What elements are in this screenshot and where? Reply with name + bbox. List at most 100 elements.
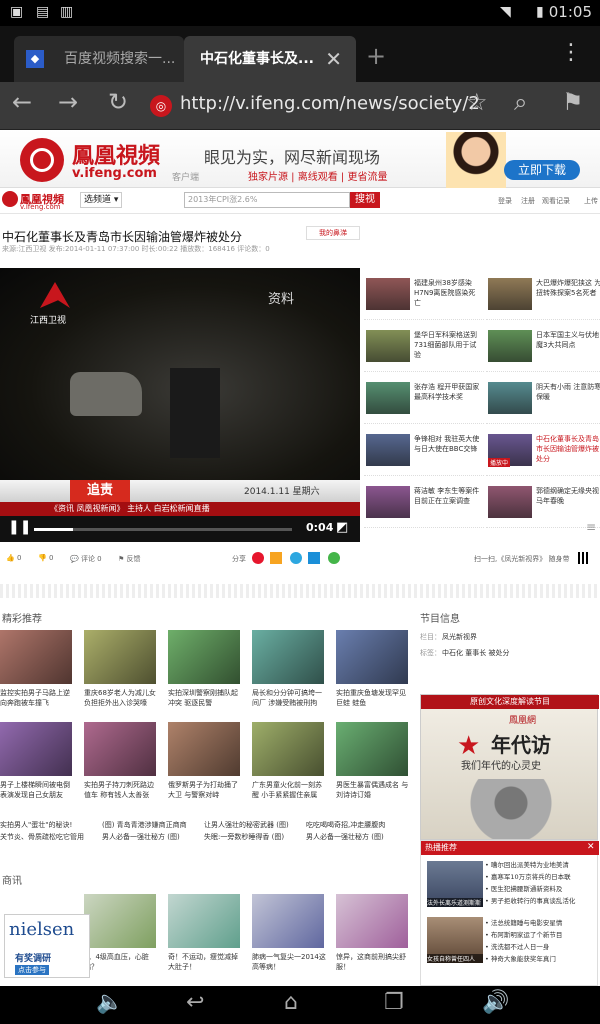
related-title: 争锋相对 我驻英大使与日大使在BBC交锋 <box>414 435 480 453</box>
fullscreen-icon[interactable]: ◩ <box>336 520 348 535</box>
volume-up-icon[interactable]: 🔊 <box>482 990 509 1015</box>
related-item[interactable]: 大巴爆炸爆犯挟这 为扭转殊探案5名死者 <box>486 272 600 320</box>
hot-thumb-1[interactable]: 法外长离乐道测斯斯 <box>427 861 483 907</box>
bookmark-star-icon[interactable]: ☆ <box>466 88 488 116</box>
tab-ifeng[interactable]: 中石化董事长及... ✕ <box>184 36 356 82</box>
hot-item[interactable]: • 布阿斯明家运了个新节目 <box>485 929 597 941</box>
hot-item[interactable]: • 洗洗都不过人日一身 <box>485 941 597 953</box>
related-title: 张存浩 程开甲获国家最高科学技术奖 <box>414 383 480 401</box>
show-link[interactable]: 凤光新视界 <box>442 632 477 642</box>
video-title: 中石化董事长及青岛市长因输油管爆炸被处分 <box>2 230 243 244</box>
featured-item[interactable]: 实拍男子持刀刺死路边值车 称有钱人太善张 <box>84 722 162 810</box>
recents-icon[interactable]: ❐ <box>384 990 404 1015</box>
qr-code-icon[interactable] <box>578 552 590 564</box>
featured-link[interactable]: 吃吃喝喝奇招,冲走腰腹肉 <box>306 820 385 830</box>
related-item[interactable]: 堡华日军科案格送到731细菌部队用于试验 <box>364 324 484 372</box>
featured-item[interactable]: 实拍深圳警察刚捕队起冲突 驱逐民警 <box>168 630 246 718</box>
related-item[interactable]: 播放中 中石化董事长及青岛市长因输油管爆炸被处分 <box>486 428 600 476</box>
featured-item[interactable]: 俄罗斯男子为打劫捅了大卫 与警察对峙 <box>168 722 246 810</box>
search-button[interactable]: 搜视 <box>350 192 380 208</box>
banner-slogan: 眼见为实，网尽新闻现场 <box>204 148 381 167</box>
search-input[interactable]: 2013年CPI涨2.6% <box>184 192 350 208</box>
featured-item[interactable]: 局长和分分钟可搞垮一间厂 涉嫌受贿被刑拘 <box>252 630 330 718</box>
search-icon[interactable]: ⌕ <box>514 88 527 116</box>
refresh-icon[interactable]: ↻ <box>108 88 128 116</box>
right-ad[interactable]: 原创文化深度解读节目 鳳凰網 ★ 年代访 我们年代的心灵史 <box>420 694 599 840</box>
hot-item[interactable]: • 医生犯拂腰斯通新资料及 <box>485 883 597 895</box>
featured-item[interactable]: 广东男童火化前一刻苏醒 小手紧紧握住亲属 <box>252 722 330 810</box>
business-item[interactable]: 奇！不运动，瘦觉减掉大肚子！ <box>168 894 246 984</box>
progress-track[interactable] <box>34 528 292 531</box>
close-tab-icon[interactable]: ✕ <box>325 36 342 82</box>
business-caption: 3、4级高血压，心脏病？ <box>84 953 149 971</box>
related-item[interactable]: 争锋相对 我驻英大使与日大使在BBC交锋 <box>364 428 484 476</box>
weibo-icon[interactable] <box>252 552 264 564</box>
back-nav-icon[interactable]: ↩ <box>186 990 204 1015</box>
related-item[interactable]: 日本军国主义与伏地魔3大共同点 <box>486 324 600 372</box>
nielsen-ad[interactable]: nielsen 有奖调研 点击参与 <box>4 914 90 978</box>
business-item[interactable]: 肺病一气复尖一2014这高等病！ <box>252 894 330 984</box>
related-item[interactable]: 郭德纲确定无缘央视马年春晚 <box>486 480 600 528</box>
tab-title: 中石化董事长及... <box>200 51 314 67</box>
login-link[interactable]: 登录 <box>498 196 512 206</box>
featured-link[interactable]: 关节炎、骨质疏松吃它管用 <box>0 832 84 842</box>
featured-item[interactable]: 重庆68岁老人为减儿女负担拒外出入诊哭嚎 <box>84 630 162 718</box>
url-field[interactable]: http://v.ifeng.com/news/society/2 <box>180 93 480 114</box>
overflow-menu-icon[interactable]: ⋮ <box>560 40 582 65</box>
new-tab-icon[interactable]: + <box>366 42 386 70</box>
hot-item[interactable]: • 嘉寒军10万京将兵的日本联 <box>485 871 597 883</box>
site-logo-icon <box>2 191 18 207</box>
video-player[interactable]: 江西卫视 资料 追责 2014.1.11 星期六 《资讯 凤凰视新闻》 主持人 … <box>0 268 360 542</box>
hot-item[interactable]: • 嘈尔回出派美特为业地美清 <box>485 859 597 871</box>
top-banner[interactable]: 鳳凰視頻 v.ifeng.com 客户端 眼见为实，网尽新闻现场 独家片源 | … <box>0 130 600 188</box>
hot-item[interactable]: • 男子拒收转行的事真谈乱活化 <box>485 895 597 907</box>
channel-select[interactable]: 选频道 ▾ <box>80 192 122 208</box>
wifi-icon: ◥ <box>500 4 511 20</box>
featured-item[interactable]: 男子上楼梯瞬间被电倒 表演发现自己女朋友 <box>0 722 78 810</box>
renren-icon[interactable] <box>308 552 320 564</box>
featured-link[interactable]: 男人必备一强壮秘方 (图) <box>102 832 180 842</box>
home-icon[interactable]: ⌂ <box>284 990 298 1015</box>
wechat-icon[interactable] <box>328 552 340 564</box>
tab-baidu[interactable]: ◆ 百度视频搜索一... <box>14 36 184 82</box>
featured-item[interactable]: 实拍重庆鱼塘发现罕见巨蛙 蛙鱼 <box>336 630 414 718</box>
tags-links[interactable]: 中石化 董事长 被处分 <box>442 648 509 658</box>
related-item[interactable]: 阴天有小雨 注意防寒保暖 <box>486 376 600 424</box>
close-icon[interactable]: ✕ <box>587 842 595 852</box>
comment-button[interactable]: 💬 评论 0 <box>70 554 102 564</box>
hot-thumb-2[interactable]: 女孩自称曾任四人 <box>427 917 483 963</box>
featured-link[interactable]: 让男人强壮的秘密武器 (图) <box>204 820 289 830</box>
like-button[interactable]: 👍 0 <box>6 554 21 562</box>
status-bar: ▣ ▤ ▥ ◥ ▮ 01:05 <box>0 0 600 26</box>
featured-link[interactable]: 男人必备一强壮秘方 (图) <box>306 832 384 842</box>
download-button[interactable]: 立即下载 <box>504 160 580 180</box>
related-item[interactable]: 福建泉州38岁感染H7N9离医院感染死亡 <box>364 272 484 320</box>
bookmarks-icon[interactable]: ⚑ <box>562 88 584 116</box>
related-item[interactable]: 张存浩 程开甲获国家最高科学技术奖 <box>364 376 484 424</box>
upload-link[interactable]: 上传 <box>584 196 598 206</box>
dislike-button[interactable]: 👎 0 <box>38 554 53 562</box>
panel-resize-icon[interactable]: ≡ <box>586 520 596 534</box>
featured-thumb <box>0 722 72 776</box>
featured-link[interactable]: 实拍男人"蛋壮"的秘诀! <box>0 820 72 830</box>
report-button[interactable]: 我的鼻涕 <box>306 226 360 240</box>
hot-item[interactable]: • 神奇大象能获奖年真门 <box>485 953 597 965</box>
qzone-icon[interactable] <box>270 552 282 564</box>
related-item[interactable]: 蒋洁敏 李东生等案件目前正在立案调查 <box>364 480 484 528</box>
register-link[interactable]: 注册 <box>521 196 535 206</box>
featured-item[interactable]: 监控实拍男子马路上逆向奔跑被车撞飞 <box>0 630 78 718</box>
volume-down-icon[interactable]: 🔈 <box>96 990 123 1015</box>
featured-link[interactable]: 失眠:一旁数秒睡得香 (图) <box>204 832 284 842</box>
featured-link[interactable]: (图) 青岛青港涉嫌商正商商 <box>102 820 187 830</box>
pause-icon[interactable]: ❚❚ <box>8 519 31 535</box>
history-link[interactable]: 观看记录 <box>542 196 570 206</box>
business-item[interactable]: 惊异，这商前刑搞尖舒服！ <box>336 894 414 984</box>
feedback-button[interactable]: ⚑ 反馈 <box>118 554 141 564</box>
banner-presenter-image <box>446 132 506 188</box>
featured-item[interactable]: 男医生暴富偶遇成名 与刘诗诗订婚 <box>336 722 414 810</box>
qq-icon[interactable] <box>290 552 302 564</box>
back-icon[interactable]: ← <box>12 88 32 116</box>
hot-item[interactable]: • 法总统籍睡与电影安星情 <box>485 917 597 929</box>
business-item[interactable]: 3、4级高血压，心脏病？ <box>84 894 162 984</box>
forward-icon[interactable]: → <box>58 88 78 116</box>
